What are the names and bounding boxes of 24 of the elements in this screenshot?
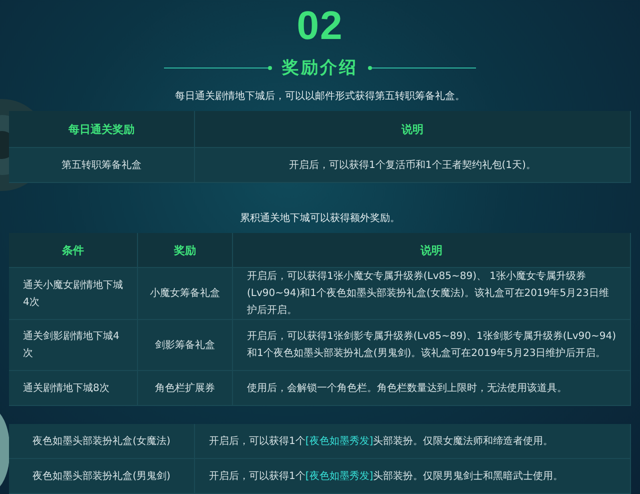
section-title: 奖励介绍 bbox=[282, 57, 358, 79]
column-header: 每日通关奖励 bbox=[9, 111, 195, 148]
intro-text: 每日通关剧情地下城后，可以以邮件形式获得第五转职筹备礼盒。 bbox=[175, 90, 465, 103]
section-number: 02 bbox=[296, 3, 344, 50]
table-cell: 开启后，可以获得1张小魔女专属升级券(Lv85~89)、 1张小魔女专属升级券(Lv90~94)和1个夜色如墨头部装扮礼盒(女魔法)。该礼盒可在2019年5月23日维护后开启。 bbox=[233, 268, 631, 320]
table-cell: 使用后，会解锁一个角色栏。角色栏数量达到上限时，无法使用该道具。 bbox=[233, 371, 631, 406]
table-cell: 开启后，可以获得1个复活币和1个王者契约礼包(1天)。 bbox=[195, 148, 631, 183]
table-cell: 通关剑影剧情地下城4次 bbox=[9, 320, 138, 371]
column-header: 条件 bbox=[9, 233, 138, 268]
intro-text: 累积通关地下城可以获得额外奖励。 bbox=[240, 212, 400, 225]
column-header: 奖励 bbox=[138, 233, 233, 268]
table-cell: 开启后，可以获得1个[夜色如墨秀发]头部装扮。仅限男鬼剑士和黑暗武士使用。 bbox=[195, 459, 631, 494]
table-cell: 通关剧情地下城8次 bbox=[9, 371, 138, 406]
table-cell: 小魔女筹备礼盒 bbox=[138, 268, 233, 320]
table-cell: 开启后，可以获得1张剑影专属升级券(Lv85~89)、1张剑影专属升级券(Lv90~94)和1个夜色如墨头部装扮礼盒(男鬼剑)。该礼盒可在2019年5月23日维护后开启。 bbox=[233, 320, 631, 371]
table-cell: 角色栏扩展券 bbox=[138, 371, 233, 406]
table-cell: 开启后，可以获得1个[夜色如墨秀发]头部装扮。仅限女魔法师和缔造者使用。 bbox=[195, 424, 631, 459]
table-cell: 夜色如墨头部装扮礼盒(女魔法) bbox=[9, 424, 195, 459]
table-cell: 夜色如墨头部装扮礼盒(男鬼剑) bbox=[9, 459, 195, 494]
column-header: 说明 bbox=[195, 111, 631, 148]
table-cell: 通关小魔女剧情地下城4次 bbox=[9, 268, 138, 320]
column-header: 说明 bbox=[233, 233, 631, 268]
table-cell: 第五转职筹备礼盒 bbox=[9, 148, 195, 183]
table-cell: 剑影筹备礼盒 bbox=[138, 320, 233, 371]
